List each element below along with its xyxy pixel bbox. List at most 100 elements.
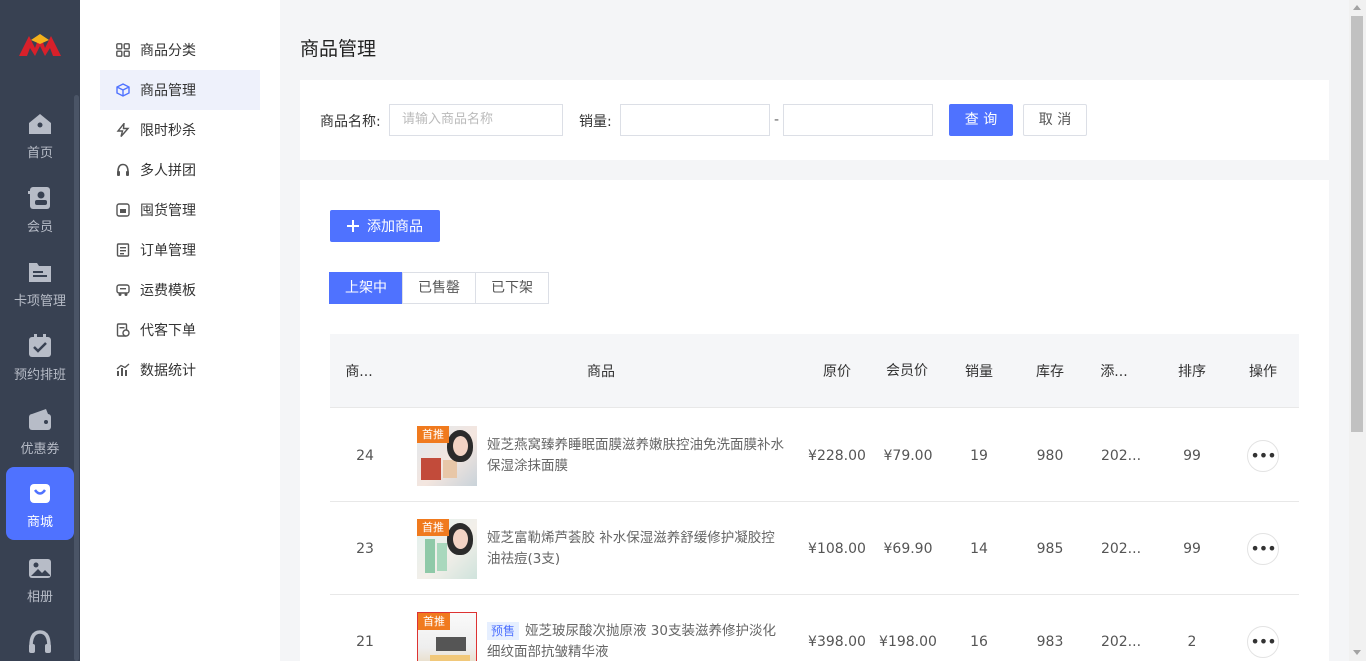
subnav-label: 数据统计 [140, 363, 196, 379]
cell-added: 202... [1100, 633, 1142, 650]
cell-sales: 19 [970, 447, 988, 464]
calendar-check-icon [29, 334, 51, 357]
tab-off-shelf[interactable]: 已下架 [475, 272, 549, 304]
subnav-item-products[interactable]: 商品管理 [100, 70, 260, 110]
subnav-item-category[interactable]: 商品分类 [100, 30, 260, 70]
subnav-item-stats[interactable]: 数据统计 [100, 350, 260, 390]
add-product-label: 添加商品 [367, 219, 423, 235]
rail-label: 相册 [26, 590, 53, 605]
page-scrollbar[interactable] [1349, 0, 1366, 661]
scrollbar-thumb[interactable] [1351, 16, 1363, 432]
shopping-bag-icon [30, 484, 50, 503]
rail-item-coupon[interactable]: 优惠券 [6, 394, 74, 466]
main-rail: 首页 会员 卡项管理 预约排班 优惠券 商城 相册 [0, 0, 80, 661]
col-id[interactable]: 商... [330, 334, 388, 408]
featured-tag: 首推 [417, 519, 449, 536]
subnav-item-stock[interactable]: 囤货管理 [100, 190, 260, 230]
rail-label: 首页 [26, 146, 53, 161]
product-thumbnail[interactable]: 首推 [417, 426, 477, 486]
folder-icon [29, 263, 51, 282]
rail-item-album[interactable]: 相册 [6, 542, 74, 614]
subnav-label: 运费模板 [140, 283, 196, 299]
rail-label: 会员 [26, 220, 53, 235]
product-name[interactable]: 娅芝燕窝臻养睡眠面膜滋养嫩肤控油免洗面膜补水保湿涂抹面膜 [487, 435, 785, 477]
document-icon [116, 243, 130, 257]
rail-item-schedule[interactable]: 预约排班 [6, 320, 74, 392]
subnav-item-shipping[interactable]: 运费模板 [100, 270, 260, 310]
add-product-button[interactable]: 添加商品 [330, 210, 440, 242]
col-price: 原价 [823, 364, 851, 380]
store-icon [116, 203, 130, 217]
subnav-item-proxy-order[interactable]: 代客下单 [100, 310, 260, 350]
range-separator: - [774, 112, 780, 128]
secondary-sidebar: 商品分类 商品管理 限时秒杀 多人拼团 囤货管理 订单管理 运费模板 代客下单 … [80, 0, 280, 661]
product-name-text: 娅芝富勒烯芦荟胶 补水保湿滋养舒缓修护凝胶控油祛痘(3支) [487, 530, 775, 567]
more-actions-button[interactable]: ••• [1247, 533, 1279, 565]
rail-label: 优惠券 [20, 442, 60, 457]
sales-max-input[interactable] [783, 104, 933, 136]
cell-sort[interactable]: 99 [1157, 409, 1227, 502]
plus-icon [347, 220, 359, 232]
cell-stock: 985 [1036, 540, 1064, 557]
cell-member-price: ¥198.00 [879, 633, 937, 650]
cell-sort[interactable]: 99 [1157, 502, 1227, 595]
col-actions: 操作 [1249, 364, 1277, 380]
cell-sales: 14 [970, 540, 988, 557]
cell-member-price: ¥69.90 [883, 540, 933, 557]
sales-min-input[interactable] [620, 104, 770, 136]
rail-label: 商城 [26, 515, 53, 530]
product-thumbnail[interactable]: 首推 [417, 612, 477, 661]
product-thumbnail[interactable]: 首推 [417, 519, 477, 579]
cell-stock: 980 [1036, 447, 1064, 464]
status-tabs: 上架中 已售罄 已下架 [329, 272, 549, 304]
featured-tag: 首推 [418, 613, 450, 630]
product-name-input[interactable]: 请输入商品名称 [389, 104, 563, 136]
rail-item-cards[interactable]: 卡项管理 [6, 246, 74, 318]
col-sort: 排序 [1178, 364, 1206, 380]
subnav-label: 限时秒杀 [140, 123, 196, 139]
tab-sold-out[interactable]: 已售罄 [402, 272, 476, 304]
table-row: 24 首推 娅芝燕窝臻养睡眠面膜滋养嫩肤控油免洗面膜补水保湿涂抹面膜 ¥228.… [330, 409, 1299, 502]
home-icon [29, 114, 51, 134]
table-header: 商... 商品 原价 会员价 销量 库存 添... 排序 操作 [330, 334, 1299, 408]
table-row: 21 首推 预售 娅芝玻尿酸次抛原液 30支装滋养修护淡化细纹面部抗皱精华液 ¥3… [330, 595, 1299, 661]
subnav-label: 商品分类 [140, 43, 196, 59]
cell-sort[interactable]: 2 [1157, 595, 1227, 661]
rail-item-more[interactable] [6, 616, 74, 661]
product-name[interactable]: 娅芝富勒烯芦荟胶 补水保湿滋养舒缓修护凝胶控油祛痘(3支) [487, 528, 785, 570]
product-name[interactable]: 预售 娅芝玻尿酸次抛原液 30支装滋养修护淡化细纹面部抗皱精华液 [487, 621, 785, 661]
more-actions-button[interactable]: ••• [1247, 626, 1279, 658]
lightning-icon [116, 123, 130, 137]
rail-item-home[interactable]: 首页 [6, 98, 74, 170]
grid-icon [116, 43, 130, 57]
subnav-label: 商品管理 [140, 83, 196, 99]
subnav-item-flash-sale[interactable]: 限时秒杀 [100, 110, 260, 150]
cell-member-price: ¥79.00 [883, 447, 933, 464]
brand-logo-icon [19, 34, 61, 56]
subnav-label: 订单管理 [140, 243, 196, 259]
tab-on-sale[interactable]: 上架中 [329, 272, 403, 304]
cancel-button[interactable]: 取 消 [1023, 104, 1087, 136]
more-actions-button[interactable]: ••• [1247, 440, 1279, 472]
ellipsis-icon: ••• [1250, 446, 1276, 465]
subnav-item-group-buy[interactable]: 多人拼团 [100, 150, 260, 190]
cell-price: ¥108.00 [808, 540, 866, 557]
cell-stock: 983 [1036, 633, 1064, 650]
query-button[interactable]: 查 询 [949, 104, 1013, 136]
scroll-up-arrow-icon[interactable] [1353, 5, 1361, 10]
table-row: 23 首推 娅芝富勒烯芦荟胶 补水保湿滋养舒缓修护凝胶控油祛痘(3支) ¥108… [330, 502, 1299, 595]
cell-id: 23 [356, 540, 374, 557]
featured-tag: 首推 [417, 426, 449, 443]
rail-scrollbar[interactable] [74, 95, 79, 661]
rail-item-mall[interactable]: 商城 [6, 467, 74, 540]
cell-id: 24 [356, 447, 374, 464]
bar-stats-icon [116, 363, 130, 376]
scroll-down-arrow-icon[interactable] [1353, 650, 1361, 655]
rail-item-member[interactable]: 会员 [6, 172, 74, 244]
subnav-item-orders[interactable]: 订单管理 [100, 230, 260, 270]
order-add-icon [116, 323, 130, 337]
cell-added: 202... [1100, 447, 1142, 464]
rail-label: 预约排班 [13, 368, 66, 383]
col-added[interactable]: 添... [1086, 334, 1142, 408]
rail-label: 卡项管理 [13, 294, 66, 309]
